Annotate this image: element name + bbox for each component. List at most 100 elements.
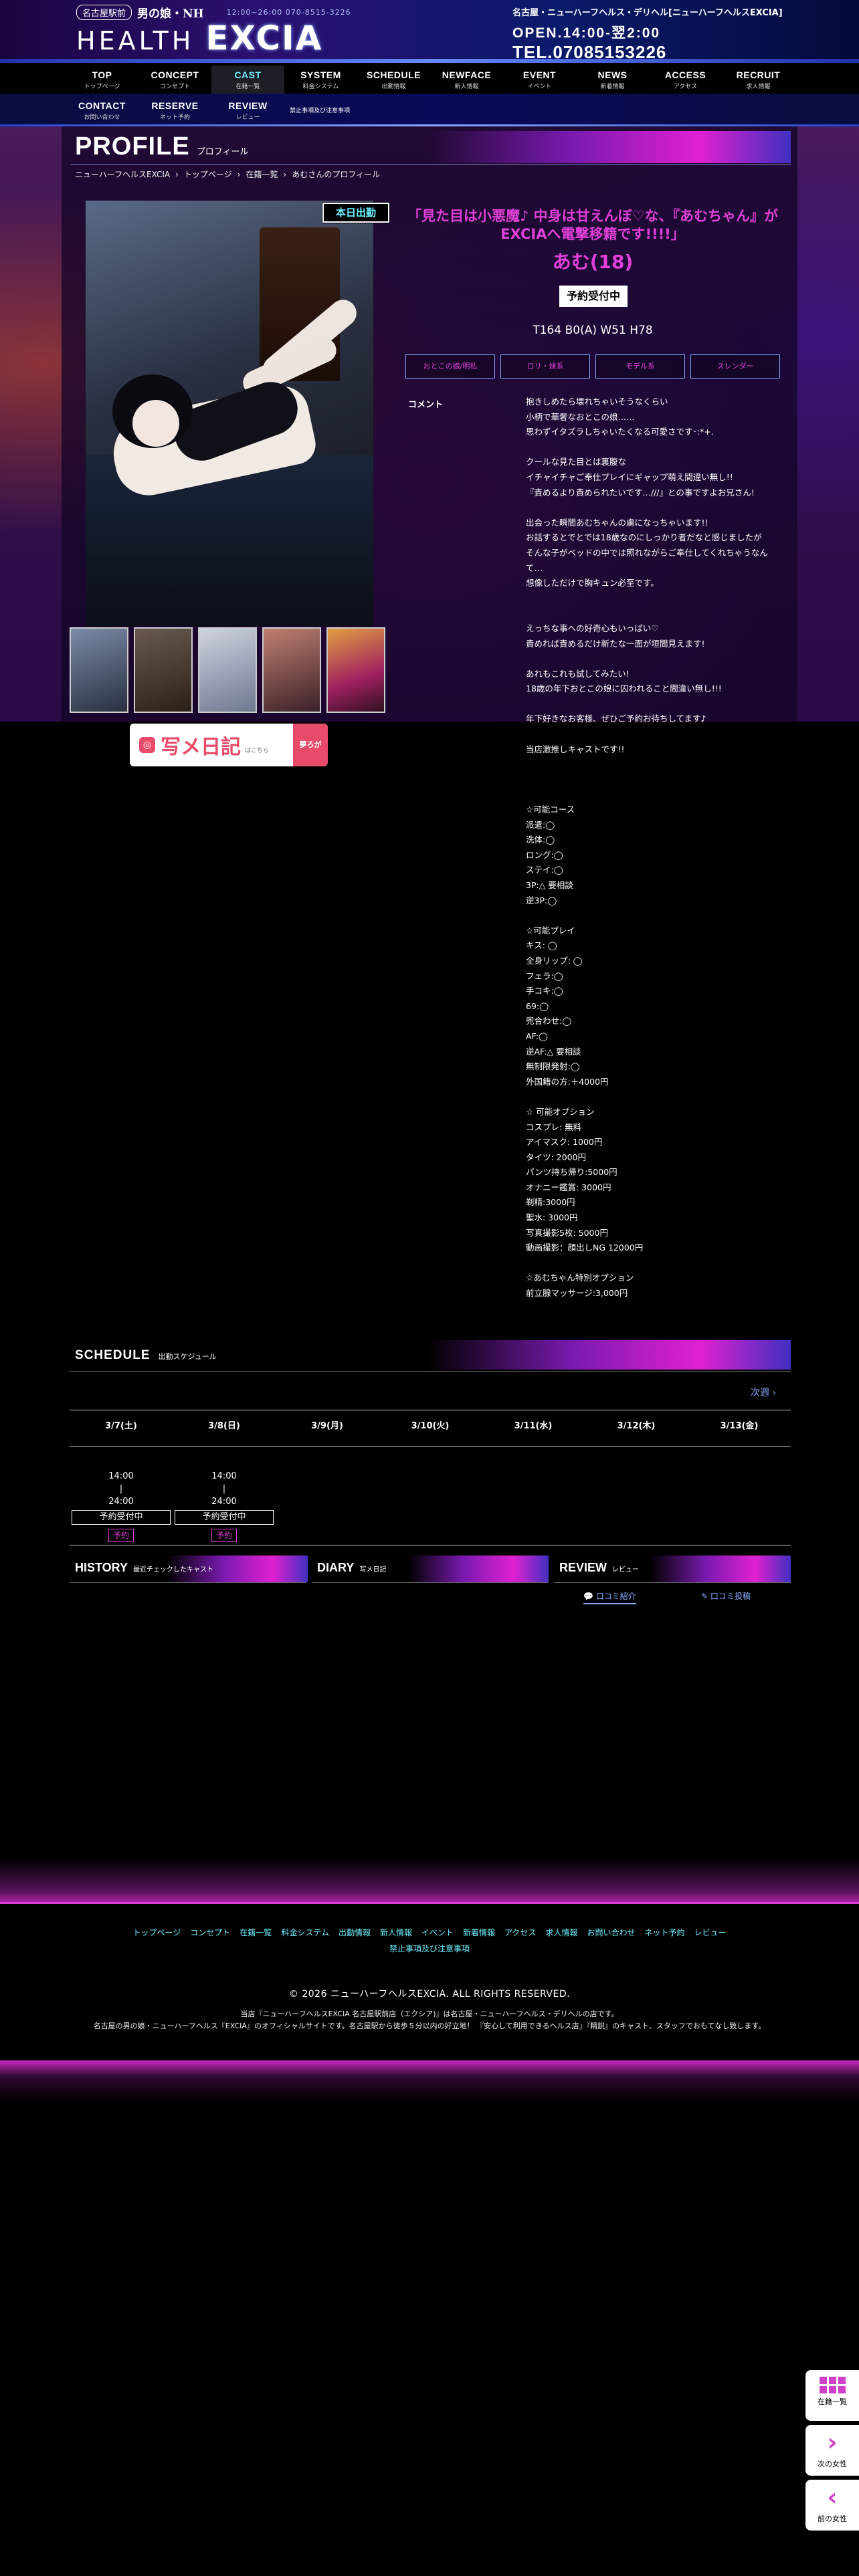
photo-thumbnails	[70, 627, 385, 713]
header-category: 名古屋・ニューハーフヘルス・デリヘル[ニューハーフヘルスEXCIA]	[512, 8, 783, 18]
chevron-left-icon: ‹	[827, 2484, 838, 2511]
site-footer: トップページ コンセプト 在籍一覧 料金システム 出勤情報 新人情報 イベント 新着情報 アクセ…	[0, 1904, 859, 2060]
nav-news[interactable]: NEWS 新着情報	[576, 66, 649, 95]
nav-sublabel: 料金システム	[302, 84, 339, 90]
footer-links-2: 禁止事項及び注意事項	[0, 1943, 859, 1954]
schedule-slot-empty	[688, 1447, 791, 1530]
schedule-slot-empty	[276, 1447, 379, 1530]
breadcrumb-home[interactable]: ニューハーフヘルスEXCIA	[75, 170, 170, 179]
profile-title: PROFILE プロフィール	[75, 132, 248, 161]
nav-recruit[interactable]: RECRUIT 求人情報	[722, 66, 795, 95]
slot-sep: |	[119, 1484, 123, 1494]
nav-contact[interactable]: CONTACT お問い合わせ	[66, 96, 138, 126]
slot-sep: |	[222, 1484, 226, 1494]
nav-top[interactable]: TOP トップページ	[66, 66, 138, 95]
logo-badge: 名古屋駅前	[76, 5, 132, 20]
grid-icon	[819, 2377, 846, 2393]
photo-thumbnail[interactable]	[70, 627, 128, 713]
review-tab-post[interactable]: ✎ 口コミ投稿	[701, 1590, 751, 1602]
profile-title-bar	[428, 131, 791, 163]
schedule-title-en: SCHEDULE	[75, 1348, 151, 1362]
header-info: 名古屋・ニューハーフヘルス・デリヘル[ニューハーフヘルスEXCIA] OPEN.…	[512, 5, 783, 63]
review-title: REVIEW レビュー	[554, 1555, 791, 1582]
side-cast-list-button[interactable]: 在籍一覧	[805, 2370, 859, 2421]
footer-link[interactable]: ネット予約	[644, 1928, 684, 1937]
main-nav-row: TOP トップページ CONCEPT コンセプト CAST 在籍一覧 SYSTEM 料金…	[66, 66, 795, 95]
nav-event[interactable]: EVENT イベント	[503, 66, 576, 95]
cast-tag[interactable]: ロリ・妹系	[500, 354, 590, 379]
nav-label: SYSTEM	[300, 70, 341, 80]
schedule-slot-empty	[585, 1447, 688, 1530]
nav-cast[interactable]: CAST 在籍一覧	[211, 66, 284, 95]
breadcrumb-sep: ›	[175, 170, 179, 179]
profile-title-jp: プロフィール	[196, 147, 249, 157]
profile-title-en: PROFILE	[75, 132, 190, 160]
cast-main-photo[interactable]	[86, 201, 373, 626]
review-title-jp: レビュー	[612, 1566, 640, 1574]
diary-title: DIARY 写メ日記	[312, 1555, 549, 1582]
main-nav: TOP トップページ CONCEPT コンセプト CAST 在籍一覧 SYSTEM 料金…	[0, 63, 859, 95]
nav-schedule[interactable]: SCHEDULE 出勤情報	[357, 66, 430, 95]
footer-link[interactable]: 新人情報	[380, 1928, 412, 1937]
photo-thumbnail[interactable]	[262, 627, 321, 713]
nav-system[interactable]: SYSTEM 料金システム	[284, 66, 357, 95]
nav-label: ACCESS	[664, 70, 706, 80]
side-next-button[interactable]: › 次の女性	[805, 2425, 859, 2476]
breadcrumb-top[interactable]: トップページ	[184, 170, 232, 179]
next-week-link[interactable]: 次週 ›	[751, 1386, 776, 1399]
footer-link[interactable]: 出勤情報	[339, 1928, 371, 1937]
schedule-day: 3/7(土)	[105, 1421, 137, 1431]
breadcrumb-cast[interactable]: 在籍一覧	[246, 170, 278, 179]
footer-glow	[0, 1859, 859, 1906]
cast-size: T164 B0(A) W51 H78	[533, 324, 653, 337]
header-hours-tel: 12:00~26:00 070-8515-3226	[226, 8, 351, 17]
photo-thumbnail[interactable]	[326, 627, 385, 713]
history-title-jp: 最近チェックしたキャスト	[133, 1566, 214, 1574]
photo-thumbnail[interactable]	[134, 627, 193, 713]
footer-link[interactable]: トップページ	[133, 1928, 181, 1937]
photo-diary-banner[interactable]: ◎ 写メ日記 はこちら 夢ろが	[130, 724, 328, 766]
footer-link[interactable]: イベント	[421, 1928, 454, 1937]
nav-label: RECRUIT	[736, 70, 781, 80]
side-button-label: 在籍一覧	[818, 2397, 847, 2406]
diary-banner-brand: 夢ろが	[293, 724, 328, 766]
footer-link[interactable]: 新着情報	[463, 1928, 495, 1937]
schedule-slot: 14:00 | 24:00 予約受付中 予約	[70, 1447, 173, 1542]
nav-access[interactable]: ACCESS アクセス	[649, 66, 722, 95]
cast-tag[interactable]: モデル系	[595, 354, 685, 379]
nav-rules[interactable]: 禁止事項及び注意事項	[290, 96, 350, 126]
footer-link-rules[interactable]: 禁止事項及び注意事項	[389, 1944, 470, 1953]
nav-review[interactable]: REVIEW レビュー	[211, 96, 284, 126]
review-tab-list[interactable]: 💬 口コミ紹介	[583, 1590, 636, 1604]
cast-tag[interactable]: おとこの娘/明私	[405, 354, 495, 379]
side-prev-button[interactable]: ‹ 前の女性	[805, 2480, 859, 2531]
slot-start: 14:00	[108, 1471, 134, 1481]
nav-label: REVIEW	[228, 100, 268, 111]
nav-reserve[interactable]: RESERVE ネット予約	[138, 96, 211, 126]
diary-camera-icon: ◎	[139, 737, 155, 753]
footer-link[interactable]: 在籍一覧	[240, 1928, 272, 1937]
schedule-day: 3/13(金)	[720, 1421, 759, 1431]
footer-link[interactable]: 料金システム	[281, 1928, 329, 1937]
nav-sublabel: 新着情報	[600, 84, 625, 90]
nav-sublabel: 求人情報	[746, 84, 771, 90]
cast-name: あむ(18)	[552, 251, 634, 273]
header-open-hours: OPEN.14:00-翌2:00	[512, 25, 661, 41]
nav-concept[interactable]: CONCEPT コンセプト	[138, 66, 211, 95]
nav-label: EVENT	[522, 70, 557, 80]
site-logo[interactable]: HEALTH EXCIA	[76, 19, 322, 58]
photo-thumbnail[interactable]	[198, 627, 257, 713]
nav-newface[interactable]: NEWFACE 新人情報	[430, 66, 503, 95]
reserve-button[interactable]: 予約	[211, 1529, 237, 1542]
footer-link[interactable]: 求人情報	[545, 1928, 577, 1937]
footer-link[interactable]: お問い合わせ	[587, 1928, 635, 1937]
footer-link[interactable]: コンセプト	[190, 1928, 230, 1937]
nav-sublabel: コンセプト	[159, 84, 190, 90]
footer-link[interactable]: アクセス	[504, 1928, 536, 1937]
photo-face	[132, 400, 179, 447]
cast-catchphrase: 「見た目は小悪魔♪ 中身は甘えんぼ♡な、『あむちゃん』がEXCIAへ電撃移籍です…	[407, 208, 779, 242]
schedule-slot-empty	[482, 1447, 585, 1530]
footer-link[interactable]: レビュー	[694, 1928, 726, 1937]
reserve-button[interactable]: 予約	[108, 1529, 134, 1542]
cast-tag[interactable]: スレンダー	[690, 354, 780, 379]
